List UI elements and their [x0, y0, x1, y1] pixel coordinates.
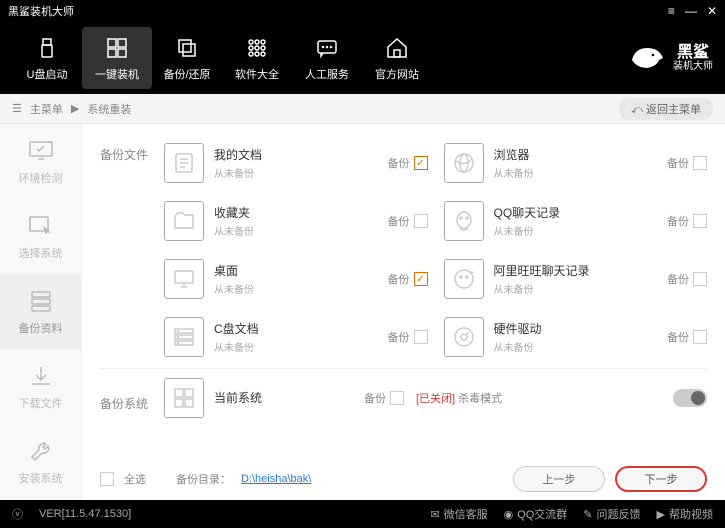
app-icon	[444, 317, 484, 357]
database-icon	[26, 288, 56, 314]
app-title: 黑鲨装机大师	[8, 3, 668, 19]
app-icon	[444, 143, 484, 183]
grid-icon	[243, 34, 271, 62]
file-icon	[164, 143, 204, 183]
breadcrumb-current: 系统重装	[87, 101, 131, 117]
nav-backup[interactable]: 备份/还原	[152, 27, 222, 89]
breadcrumb-root[interactable]: 主菜单	[30, 101, 63, 117]
app-icon	[444, 201, 484, 241]
breadcrumb: ☰ 主菜单 ▶ 系统重装 ⤺ 返回主菜单	[0, 94, 725, 124]
nav-support[interactable]: 人工服务	[292, 27, 362, 89]
prev-button[interactable]: 上一步	[513, 466, 605, 492]
cursor-icon	[26, 213, 56, 239]
feedback[interactable]: ✎ 问题反馈	[583, 506, 640, 522]
backup-item: C盘文档从未备份 备份	[164, 308, 428, 366]
statusbar: ⓥ VER[11.5.47.1530] ✉ 微信客服 ◉ QQ交流群 ✎ 问题反…	[0, 500, 725, 528]
backup-item: 浏览器从未备份 备份	[444, 134, 708, 192]
version-label: VER[11.5.47.1530]	[39, 508, 131, 520]
file-icon	[164, 201, 204, 241]
next-button[interactable]: 下一步	[615, 466, 707, 492]
nav-usb[interactable]: U盘启动	[12, 27, 82, 89]
sidebar-item-download[interactable]: 下载文件	[0, 349, 81, 424]
sidebar-item-system[interactable]: 选择系统	[0, 199, 81, 274]
help-video[interactable]: ▶ 帮助视频	[657, 506, 713, 522]
backup-checkbox[interactable]: 备份✓	[388, 155, 428, 171]
backup-item: 阿里旺旺聊天记录从未备份 备份	[444, 250, 708, 308]
backup-item: QQ聊天记录从未备份 备份	[444, 192, 708, 250]
backup-checkbox[interactable]: 备份	[388, 329, 428, 345]
backup-item: 我的文档从未备份 备份✓	[164, 134, 428, 192]
minimize-icon[interactable]: —	[685, 4, 697, 18]
nav-website[interactable]: 官方网站	[362, 27, 432, 89]
kill-mode-toggle[interactable]	[673, 389, 707, 407]
select-all-checkbox[interactable]	[100, 472, 114, 486]
sidebar: 环境检测 选择系统 备份资料 下载文件 安装系统	[0, 124, 82, 500]
close-icon[interactable]: ✕	[707, 4, 717, 18]
list-icon: ☰	[12, 102, 22, 115]
system-backup-checkbox[interactable]: 备份	[364, 390, 404, 406]
sidebar-item-check[interactable]: 环境检测	[0, 124, 81, 199]
backup-item: 收藏夹从未备份 备份	[164, 192, 428, 250]
qq-group[interactable]: ◉ QQ交流群	[504, 506, 568, 522]
sidebar-item-backup[interactable]: 备份资料	[0, 274, 81, 349]
download-icon	[26, 363, 56, 389]
backup-dir-link[interactable]: D:\heisha\bak\	[241, 473, 311, 485]
files-section-label: 备份文件	[100, 134, 152, 163]
main-nav: U盘启动 一键装机 备份/还原 软件大全 人工服务 官方网站	[12, 27, 432, 89]
titlebar: 黑鲨装机大师 ≡ — ✕	[0, 0, 725, 22]
nav-software[interactable]: 软件大全	[222, 27, 292, 89]
backup-checkbox[interactable]: 备份	[388, 213, 428, 229]
file-icon	[164, 259, 204, 299]
header: U盘启动 一键装机 备份/还原 软件大全 人工服务 官方网站 黑鲨 装机大师	[0, 22, 725, 94]
backup-checkbox[interactable]: 备份	[667, 155, 707, 171]
backup-checkbox[interactable]: 备份	[667, 213, 707, 229]
main-panel: 备份文件 我的文档从未备份 备份✓ 浏览器从未备份 备份 收藏夹从未备份 备份 …	[82, 124, 725, 500]
windows-grid-icon	[164, 378, 204, 418]
windows-icon	[103, 34, 131, 62]
backup-checkbox[interactable]: 备份	[667, 329, 707, 345]
backup-item: 桌面从未备份 备份✓	[164, 250, 428, 308]
monitor-check-icon	[26, 138, 56, 164]
home-icon	[383, 34, 411, 62]
logo: 黑鲨 装机大师	[627, 40, 713, 77]
chat-icon	[313, 34, 341, 62]
usb-icon	[33, 34, 61, 62]
back-main-button[interactable]: ⤺ 返回主菜单	[619, 98, 713, 120]
backup-item: 硬件驱动从未备份 备份	[444, 308, 708, 366]
backup-checkbox[interactable]: 备份✓	[388, 271, 428, 287]
kill-mode-label: [已关闭] 杀毒模式	[416, 390, 502, 406]
file-icon	[164, 317, 204, 357]
copy-icon	[173, 34, 201, 62]
backup-checkbox[interactable]: 备份	[667, 271, 707, 287]
system-section-label: 备份系统	[100, 383, 152, 412]
version-icon: ⓥ	[12, 506, 23, 522]
shark-icon	[627, 40, 667, 77]
wrench-icon	[26, 438, 56, 464]
nav-install[interactable]: 一键装机	[82, 27, 152, 89]
sidebar-item-install[interactable]: 安装系统	[0, 424, 81, 499]
menu-icon[interactable]: ≡	[668, 4, 675, 18]
app-icon	[444, 259, 484, 299]
wechat-support[interactable]: ✉ 微信客服	[430, 506, 487, 522]
